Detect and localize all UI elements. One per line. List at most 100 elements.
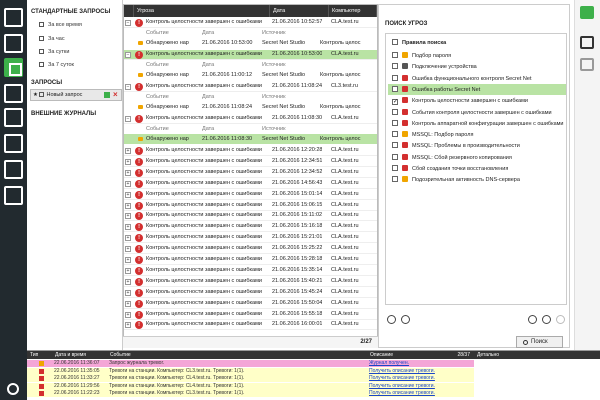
log-description-link[interactable]: Журнал получен. xyxy=(369,360,409,366)
table-row[interactable]: +! Контроль целостности завершен с ошибка… xyxy=(124,190,377,200)
network-icon[interactable] xyxy=(4,34,23,53)
search-rule-item[interactable]: MSSQL: Проблемы в производительности xyxy=(388,140,566,151)
expand-icon[interactable]: + xyxy=(125,180,131,187)
expand-icon[interactable]: + xyxy=(125,300,131,307)
table-row[interactable]: +! Контроль целостности завершен с ошибка… xyxy=(124,233,377,244)
expand-icon[interactable]: + xyxy=(125,267,131,274)
expand-icon[interactable]: + xyxy=(125,246,131,253)
nav-item-hour[interactable]: За час xyxy=(39,36,65,42)
table-row[interactable]: +! Контроль целостности завершен с ошибка… xyxy=(124,299,377,309)
table-row[interactable]: +! Контроль целостности завершен с ошибка… xyxy=(124,255,377,265)
table-row[interactable]: +! Контроль целостности завершен с ошибка… xyxy=(124,222,377,233)
expand-icon[interactable]: + xyxy=(125,213,131,220)
delete-query-icon[interactable]: × xyxy=(113,90,118,99)
table-row[interactable]: +! Контроль целостности завершен с ошибка… xyxy=(124,266,377,276)
table-row[interactable]: +! Контроль целостности завершен с ошибка… xyxy=(124,288,377,298)
save-icon[interactable] xyxy=(580,58,594,71)
expand-icon[interactable]: + xyxy=(125,191,131,198)
log-description-link[interactable]: Получить описание тревоги. xyxy=(369,368,435,374)
rule-checkbox[interactable] xyxy=(392,165,398,171)
delete-rule-icon[interactable] xyxy=(556,315,565,324)
expand-icon[interactable]: + xyxy=(125,235,131,242)
column-date[interactable]: Дата xyxy=(270,5,329,17)
expand-icon[interactable]: + xyxy=(125,169,131,176)
table-row[interactable]: +! Контроль целостности завершен с ошибка… xyxy=(124,310,377,320)
collapse-icon[interactable]: − xyxy=(125,20,131,26)
search-rule-item[interactable]: События контроля целостности завершен с … xyxy=(388,107,566,118)
search-rule-item[interactable]: Ошибка работы Secret Net xyxy=(388,83,566,95)
table-row[interactable]: −! Контроль целостности завершен с ошибка… xyxy=(124,82,377,92)
expand-icon[interactable]: + xyxy=(125,257,131,263)
log-column-datetime[interactable]: Дата и время xyxy=(52,351,107,359)
log-column-type[interactable]: Тип xyxy=(27,351,52,359)
table-row[interactable]: +! Контроль целостности завершен с ошибка… xyxy=(124,211,377,222)
table-row[interactable]: +! Контроль целостности завершен с ошибка… xyxy=(124,146,377,156)
rule-checkbox[interactable] xyxy=(392,153,398,160)
archive-icon[interactable] xyxy=(4,134,23,153)
expand-icon[interactable]: + xyxy=(125,148,131,154)
log-row[interactable]: 22.06.2016 11:22:23 Тревоги на станции. К… xyxy=(27,390,474,398)
rule-checkbox[interactable] xyxy=(392,131,398,138)
group-checkbox[interactable] xyxy=(392,39,398,45)
download-icon[interactable] xyxy=(4,186,23,205)
expand-icon[interactable]: + xyxy=(125,311,131,318)
rule-checkbox[interactable] xyxy=(392,74,398,81)
table-row[interactable]: −! Контроль целостности завершен с ошибка… xyxy=(124,18,377,28)
expand-icon[interactable]: + xyxy=(125,289,131,296)
rule-checkbox[interactable] xyxy=(392,119,398,126)
rule-checkbox[interactable] xyxy=(392,52,398,58)
expand-icon[interactable]: + xyxy=(125,202,131,209)
search-button[interactable]: Поиск xyxy=(516,336,563,348)
add-rule-icon[interactable] xyxy=(528,315,537,324)
table-row[interactable]: −! Контроль целостности завершен с ошибка… xyxy=(124,114,377,124)
rule-checkbox[interactable] xyxy=(392,85,398,92)
device-icon[interactable] xyxy=(4,84,23,103)
table-row[interactable]: +! Контроль целостности завершен с ошибка… xyxy=(124,320,377,331)
expand-icon[interactable]: + xyxy=(125,278,131,285)
log-column-event[interactable]: Событие xyxy=(107,351,367,359)
export-icon[interactable] xyxy=(401,315,410,324)
log-row[interactable]: 22.06.2016 11:35:05 Тревоги на станции. К… xyxy=(27,367,474,375)
log-column-details[interactable]: Детально xyxy=(474,351,600,359)
log-description-link[interactable]: Получить описание тревоги. xyxy=(369,375,435,381)
log-description-link[interactable]: Получить описание тревоги. xyxy=(369,390,435,396)
nav-item-day[interactable]: За сутки xyxy=(39,49,69,55)
collapse-icon[interactable]: − xyxy=(125,116,131,122)
log-row[interactable]: 22.06.2016 11:36:07 Запрос журнала тревог… xyxy=(27,360,474,367)
collapse-icon[interactable]: − xyxy=(125,84,131,90)
gear-icon[interactable] xyxy=(7,383,19,395)
expand-icon[interactable]: + xyxy=(125,224,131,231)
print-icon[interactable] xyxy=(580,36,594,49)
monitor-icon[interactable] xyxy=(4,8,23,27)
log-description-link[interactable]: Получить описание тревоги. xyxy=(369,383,435,389)
expand-icon[interactable]: + xyxy=(125,322,131,329)
report-icon[interactable] xyxy=(4,108,23,127)
table-row[interactable]: +! Контроль целостности завершен с ошибка… xyxy=(124,277,377,287)
rules-group-header[interactable]: Правила поиска xyxy=(388,37,566,48)
search-rule-item[interactable]: ✓ Контроль целостности завершен с ошибкам… xyxy=(388,95,566,106)
clipboard-icon[interactable] xyxy=(4,160,23,179)
nav-item-all-time[interactable]: За все время xyxy=(39,22,82,28)
search-rule-item[interactable]: Подключение устройства xyxy=(388,61,566,72)
refresh-icon[interactable] xyxy=(580,6,594,19)
search-rule-item[interactable]: Контроль аппаратной конфигурации заверше… xyxy=(388,118,566,129)
nav-item-week[interactable]: За 7 суток xyxy=(39,62,74,68)
sub-event-row[interactable]: Обнаружено нар 21.06.2016 11:08:24 Secret … xyxy=(124,102,377,112)
new-query-item[interactable]: ★ Новый запрос × xyxy=(30,89,122,101)
search-rule-item[interactable]: Подбор пароля xyxy=(388,50,566,61)
sub-event-row[interactable]: Обнаружено нар 21.06.2016 10:53:00 Secret … xyxy=(124,38,377,48)
table-row[interactable]: +! Контроль целостности завершен с ошибка… xyxy=(124,244,377,255)
table-row[interactable]: +! Контроль целостности завершен с ошибка… xyxy=(124,168,377,178)
rule-checkbox[interactable]: ✓ xyxy=(392,99,398,106)
table-row[interactable]: −! Контроль целостности завершен с ошибка… xyxy=(124,50,377,60)
search-rule-item[interactable]: Ошибка функционального контроля Secret N… xyxy=(388,73,566,84)
log-column-description[interactable]: Описание 28/37 xyxy=(367,351,474,359)
column-computer[interactable]: Компьютер xyxy=(329,5,377,17)
log-row[interactable]: 22.06.2016 11:29:56 Тревоги на станции. К… xyxy=(27,382,474,390)
collapse-icon[interactable]: − xyxy=(125,52,131,58)
search-rule-item[interactable]: Сбой создания точки восстановления xyxy=(388,163,566,174)
search-rule-item[interactable]: MSSQL: Подбор пароля xyxy=(388,129,566,140)
column-threat[interactable]: Угроза xyxy=(134,5,270,17)
expand-icon[interactable]: + xyxy=(125,158,131,165)
search-rule-item[interactable]: Подозрительная активность DNS-сервера xyxy=(388,174,566,185)
